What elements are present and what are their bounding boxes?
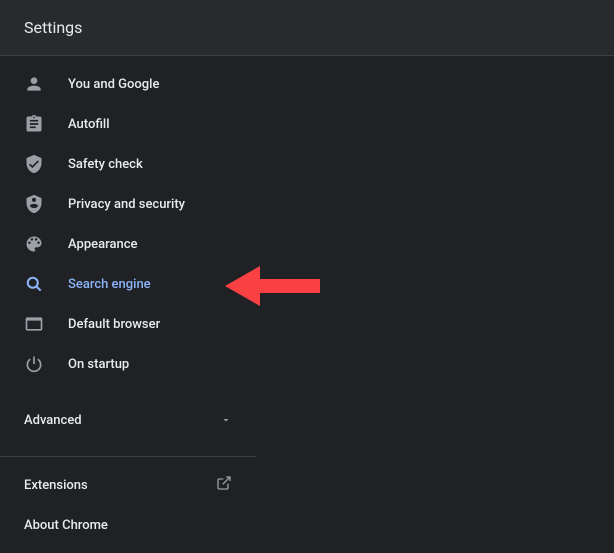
search-icon <box>24 274 44 294</box>
advanced-label: Advanced <box>24 413 82 428</box>
about-chrome-label: About Chrome <box>24 518 108 533</box>
sidebar-item-search-engine[interactable]: Search engine <box>0 264 256 304</box>
privacy-icon <box>24 194 44 214</box>
page-title: Settings <box>24 18 82 37</box>
sidebar-item-label: Privacy and security <box>68 197 185 212</box>
sidebar-item-autofill[interactable]: Autofill <box>0 104 256 144</box>
appearance-icon <box>24 234 44 254</box>
extensions-label: Extensions <box>24 478 88 493</box>
sidebar-item-appearance[interactable]: Appearance <box>0 224 256 264</box>
sidebar-item-safety-check[interactable]: Safety check <box>0 144 256 184</box>
sidebar-item-about-chrome[interactable]: About Chrome <box>0 505 256 545</box>
browser-icon <box>24 314 44 334</box>
sidebar-item-label: Safety check <box>68 157 143 172</box>
power-icon <box>24 354 44 374</box>
chevron-down-icon <box>220 411 232 430</box>
sidebar-item-label: You and Google <box>68 77 159 92</box>
divider <box>0 456 256 457</box>
sidebar-item-privacy[interactable]: Privacy and security <box>0 184 256 224</box>
autofill-icon <box>24 114 44 134</box>
sidebar-item-label: Autofill <box>68 117 110 132</box>
sidebar-item-you-and-google[interactable]: You and Google <box>0 64 256 104</box>
settings-sidebar: You and Google Autofill Safety check Pri… <box>0 56 256 545</box>
external-link-icon <box>216 475 232 495</box>
sidebar-item-advanced[interactable]: Advanced <box>0 392 256 448</box>
sidebar-item-label: On startup <box>68 357 129 372</box>
sidebar-item-default-browser[interactable]: Default browser <box>0 304 256 344</box>
sidebar-item-label: Search engine <box>68 277 151 292</box>
safety-check-icon <box>24 154 44 174</box>
person-icon <box>24 74 44 94</box>
sidebar-item-on-startup[interactable]: On startup <box>0 344 256 384</box>
sidebar-item-label: Appearance <box>68 237 137 252</box>
sidebar-item-extensions[interactable]: Extensions <box>0 465 256 505</box>
settings-header: Settings <box>0 0 614 56</box>
sidebar-item-label: Default browser <box>68 317 160 332</box>
